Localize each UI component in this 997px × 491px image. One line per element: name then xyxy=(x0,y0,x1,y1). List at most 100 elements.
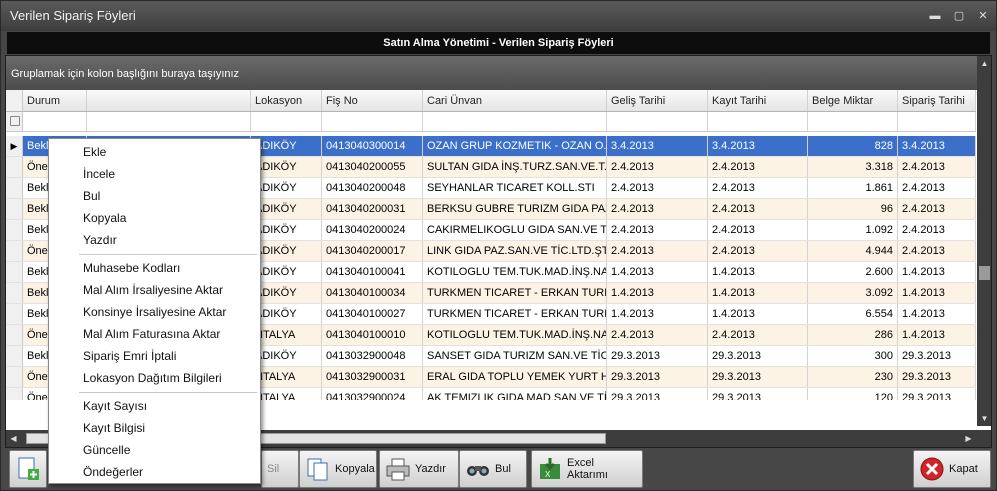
table-cell: 0413040200024 xyxy=(322,220,423,240)
row-indicator[interactable] xyxy=(6,241,23,261)
row-indicator[interactable] xyxy=(6,283,23,303)
scroll-up-icon[interactable]: ▲ xyxy=(977,56,991,71)
row-indicator[interactable] xyxy=(6,325,23,345)
table-cell: 2.4.2013 xyxy=(898,157,976,177)
table-cell: 2.4.2013 xyxy=(898,199,976,219)
column-header-1[interactable] xyxy=(87,90,251,111)
filter-cell-3[interactable] xyxy=(322,112,423,131)
context-menu-item[interactable]: İncele xyxy=(49,163,260,185)
column-header-5[interactable]: Geliş Tarihi xyxy=(607,90,708,111)
row-indicator[interactable] xyxy=(6,220,23,240)
add-document-icon xyxy=(15,456,41,482)
context-menu-item[interactable]: Öndeğerler xyxy=(49,461,260,483)
context-menu-item[interactable]: Muhasebe Kodları xyxy=(49,257,260,279)
vertical-scroll-thumb[interactable] xyxy=(979,266,990,280)
column-header-0[interactable]: Durum xyxy=(23,90,87,111)
table-cell: TURKMEN TICARET - ERKAN TURK... xyxy=(423,283,607,303)
table-cell: KOTILOGLU TEM.TUK.MAD.İNŞ.NA... xyxy=(423,262,607,282)
table-cell: 1.4.2013 xyxy=(898,262,976,282)
svg-text:X: X xyxy=(545,470,551,479)
filter-cell-0[interactable] xyxy=(23,112,87,131)
filter-icon[interactable] xyxy=(10,116,20,126)
filter-cell-5[interactable] xyxy=(607,112,708,131)
context-menu-item[interactable]: Mal Alım Faturasına Aktar xyxy=(49,323,260,345)
header-indicator xyxy=(6,90,23,111)
filter-row[interactable] xyxy=(6,112,976,132)
context-menu-item[interactable]: Lokasyon Dağıtım Bilgileri xyxy=(49,367,260,389)
copy-button[interactable]: Kopyala xyxy=(299,450,377,488)
find-button[interactable]: Bul xyxy=(459,450,527,488)
table-cell: 2.4.2013 xyxy=(708,199,808,219)
table-cell: 2.600 xyxy=(808,262,898,282)
row-indicator[interactable] xyxy=(6,388,23,400)
delete-button[interactable]: Sil xyxy=(261,450,299,488)
context-menu-item[interactable]: Ekle xyxy=(49,141,260,163)
filter-cell-7[interactable] xyxy=(808,112,898,131)
table-cell: ADIKÖY xyxy=(251,178,322,198)
scroll-right-icon[interactable]: ▶ xyxy=(961,430,976,447)
scroll-down-icon[interactable]: ▼ xyxy=(977,411,991,426)
binoculars-icon xyxy=(465,456,491,482)
table-cell: ADIKÖY xyxy=(251,199,322,219)
close-icon[interactable]: ✕ xyxy=(976,9,990,23)
close-button[interactable]: Kapat xyxy=(913,450,991,488)
table-cell: 0413032900031 xyxy=(322,367,423,387)
context-menu-item[interactable]: Güncelle xyxy=(49,439,260,461)
minimize-icon[interactable]: ▬ xyxy=(928,9,942,23)
context-menu-item[interactable]: Kayıt Bilgisi xyxy=(49,417,260,439)
column-header-2[interactable]: Lokasyon xyxy=(251,90,322,111)
row-indicator[interactable] xyxy=(6,199,23,219)
context-menu-item[interactable]: Konsinye İrsaliyesine Aktar xyxy=(49,301,260,323)
table-cell: 96 xyxy=(808,199,898,219)
delete-button-label: Sil xyxy=(267,463,280,475)
row-indicator[interactable] xyxy=(6,178,23,198)
column-header-8[interactable]: Sipariş Tarihi xyxy=(898,90,976,111)
row-indicator[interactable] xyxy=(6,367,23,387)
group-panel[interactable]: Gruplamak için kolon başlığını buraya ta… xyxy=(6,56,991,90)
table-cell: 2.4.2013 xyxy=(607,241,708,261)
filter-cell-4[interactable] xyxy=(423,112,607,131)
close-x-icon xyxy=(919,456,945,482)
add-button[interactable] xyxy=(9,450,47,488)
context-menu-item[interactable]: Kopyala xyxy=(49,207,260,229)
table-cell: 0413032900024 xyxy=(322,388,423,400)
table-cell: 29.3.2013 xyxy=(898,346,976,366)
row-indicator[interactable] xyxy=(6,157,23,177)
row-indicator[interactable]: ▶ xyxy=(6,136,23,156)
table-cell: 1.4.2013 xyxy=(708,304,808,324)
maximize-icon[interactable]: ▢ xyxy=(952,9,966,23)
context-menu-item[interactable]: Mal Alım İrsaliyesine Aktar xyxy=(49,279,260,301)
context-menu-item[interactable]: Sipariş Emri İptali xyxy=(49,345,260,367)
context-menu-item[interactable]: Bul xyxy=(49,185,260,207)
table-cell: SEYHANLAR TICARET KOLL.STI xyxy=(423,178,607,198)
table-cell: 0413040100027 xyxy=(322,304,423,324)
table-cell: 29.3.2013 xyxy=(898,388,976,400)
excel-export-label: Excel Aktarımı xyxy=(567,457,608,481)
table-cell: 2.4.2013 xyxy=(708,241,808,261)
vertical-scrollbar[interactable]: ▲ ▼ xyxy=(977,56,991,426)
row-indicator[interactable] xyxy=(6,346,23,366)
context-menu-separator xyxy=(79,392,257,393)
row-indicator[interactable] xyxy=(6,262,23,282)
column-header-4[interactable]: Cari Ünvan xyxy=(423,90,607,111)
row-indicator[interactable] xyxy=(6,304,23,324)
title-bar[interactable]: Verilen Sipariş Föyleri ▬ ▢ ✕ xyxy=(1,1,996,31)
scroll-left-icon[interactable]: ◀ xyxy=(6,430,21,447)
table-cell: BERKSU GUBRE TURIZM GIDA PAZ... xyxy=(423,199,607,219)
context-menu-item[interactable]: Kayıt Sayısı xyxy=(49,395,260,417)
table-cell: SANSET GIDA TURIZM SAN.VE TİC... xyxy=(423,346,607,366)
column-header-3[interactable]: Fiş No xyxy=(322,90,423,111)
filter-cell-2[interactable] xyxy=(251,112,322,131)
filter-cell-8[interactable] xyxy=(898,112,976,131)
excel-export-button[interactable]: X Excel Aktarımı xyxy=(531,450,643,488)
copy-icon xyxy=(305,456,331,482)
filter-cell-6[interactable] xyxy=(708,112,808,131)
table-cell: SULTAN GIDA İNŞ.TURZ.SAN.VE.T... xyxy=(423,157,607,177)
print-button[interactable]: Yazdır xyxy=(379,450,459,488)
filter-cell-1[interactable] xyxy=(87,112,251,131)
column-header-7[interactable]: Belge Miktar xyxy=(808,90,898,111)
column-header-6[interactable]: Kayıt Tarihi xyxy=(708,90,808,111)
table-cell: AK TEMIZLIK GIDA MAD.SAN.VE TİC... xyxy=(423,388,607,400)
table-cell: 1.861 xyxy=(808,178,898,198)
context-menu-item[interactable]: Yazdır xyxy=(49,229,260,251)
